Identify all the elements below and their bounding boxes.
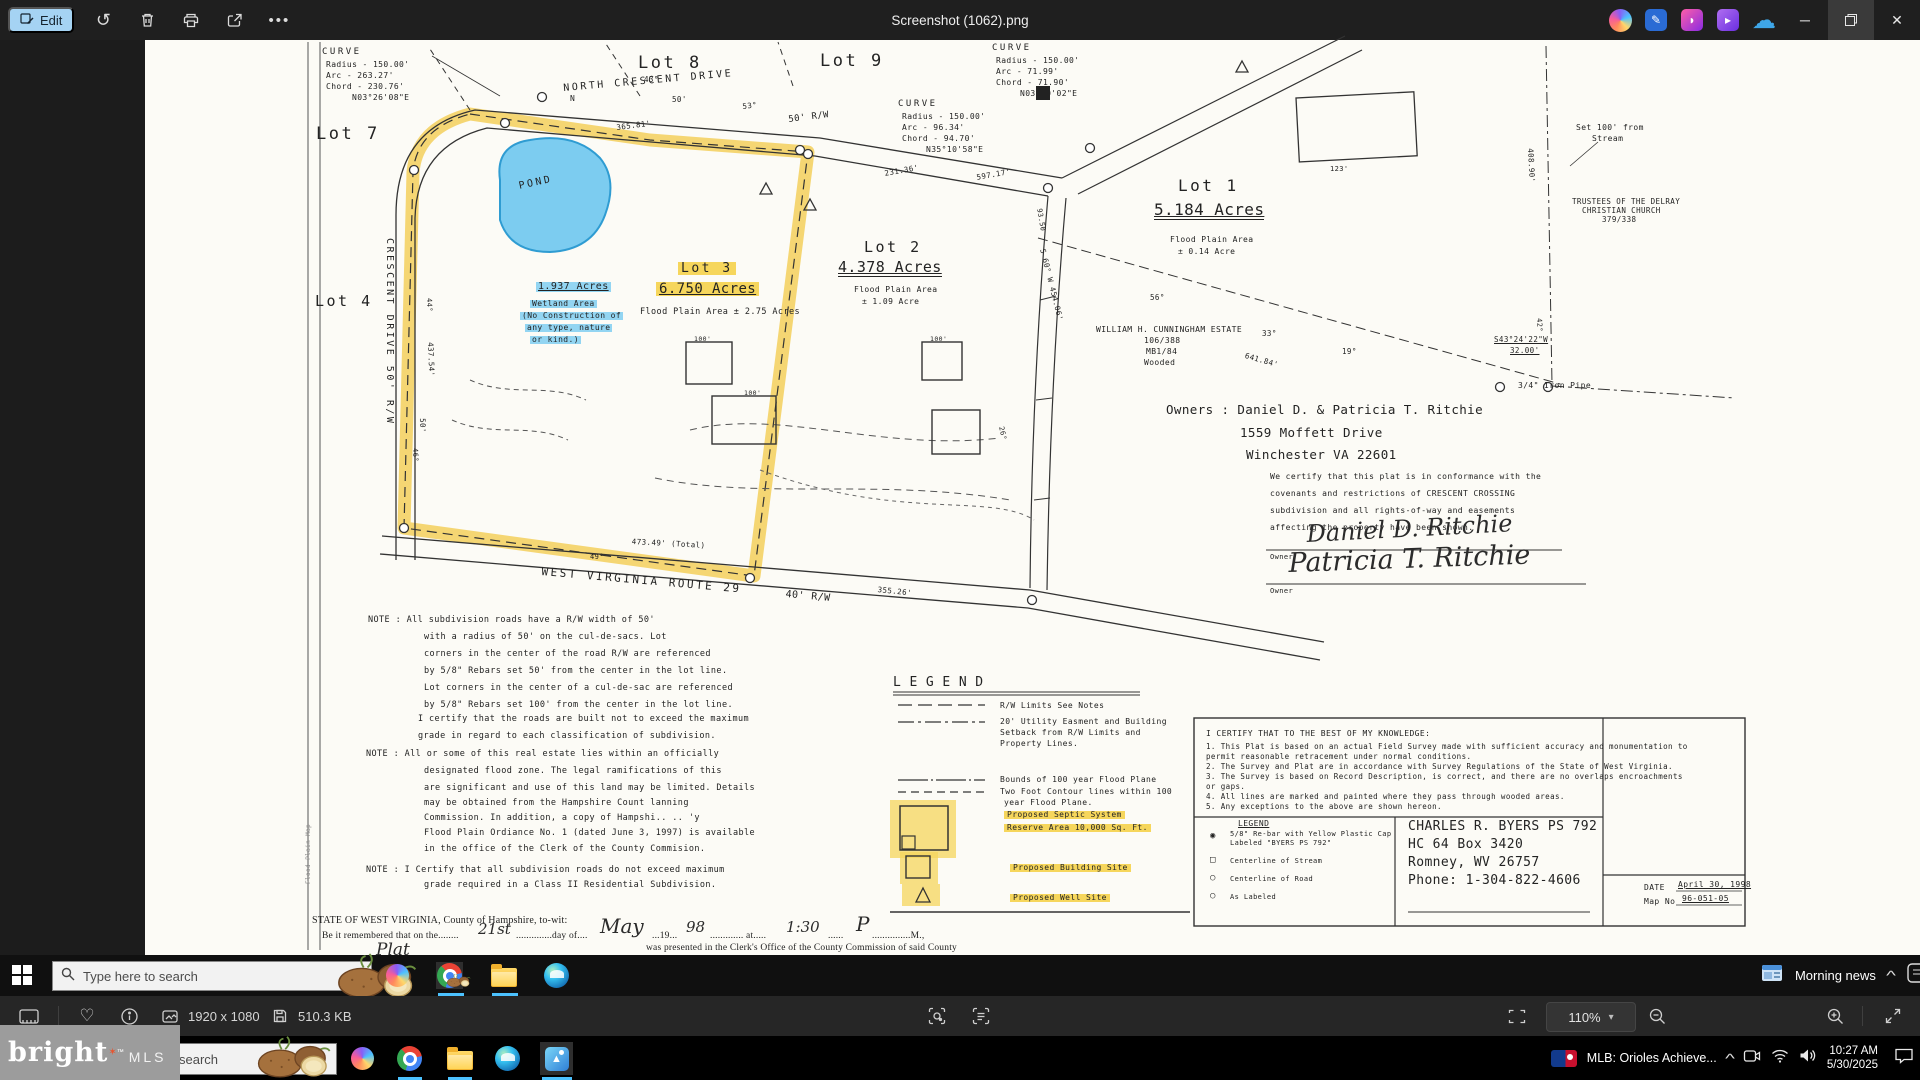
visual-search-icon[interactable] bbox=[920, 996, 954, 1036]
chevron-down-icon: ▾ bbox=[1608, 1011, 1614, 1023]
search-input[interactable]: Type here to search bbox=[52, 953, 417, 999]
plat-map-image[interactable] bbox=[145, 40, 1920, 955]
taskbar-copilot-icon[interactable] bbox=[384, 962, 411, 989]
star-icon: ✶ bbox=[108, 1046, 117, 1058]
close-button[interactable]: ✕ bbox=[1874, 0, 1920, 40]
clock-time: 10:27 AM bbox=[1829, 1044, 1878, 1057]
wifi-icon[interactable] bbox=[1771, 1049, 1789, 1068]
news-widget-icon bbox=[1761, 964, 1783, 987]
fit-to-window-icon[interactable] bbox=[1500, 996, 1534, 1036]
photos-status-bar: ♡ 1920 x 1080 510.3 KB 110% ▾ bbox=[0, 996, 1920, 1036]
more-options-icon[interactable]: ••• bbox=[264, 5, 294, 35]
image-dimensions: 1920 x 1080 bbox=[188, 1008, 260, 1024]
taskbar-chrome-icon[interactable] bbox=[436, 962, 471, 989]
text-actions-icon[interactable] bbox=[964, 996, 998, 1036]
tray-icon-partial[interactable] bbox=[1906, 962, 1920, 989]
system-search-text: search bbox=[179, 1051, 219, 1067]
taskbar-explorer-icon[interactable] bbox=[490, 962, 517, 989]
clock-date: 5/30/2025 bbox=[1826, 1059, 1878, 1071]
search-icon bbox=[61, 967, 75, 986]
edit-button[interactable]: Edit bbox=[8, 7, 75, 33]
watermark-text: bright bbox=[8, 1037, 109, 1068]
clipchamp-icon[interactable]: ▸ bbox=[1710, 0, 1746, 40]
zoom-in-icon[interactable] bbox=[1820, 996, 1850, 1036]
filesize-icon bbox=[266, 996, 294, 1036]
share-icon[interactable] bbox=[220, 5, 250, 35]
chevron-up-icon[interactable]: ^ bbox=[1886, 968, 1896, 983]
minimize-button[interactable]: ─ bbox=[1782, 0, 1828, 40]
onedrive-icon[interactable]: ☁ bbox=[1746, 0, 1782, 40]
potato-image bbox=[257, 1035, 331, 1078]
taskbar-clock[interactable]: 10:27 AM 5/30/2025 bbox=[1827, 1044, 1878, 1073]
tray-chevron-up-icon[interactable]: ^ bbox=[1725, 1051, 1735, 1066]
system-taskbar: search ▲ MLB: Orioles Achieve... ^ 10:27… bbox=[0, 1035, 1920, 1080]
copilot-icon[interactable] bbox=[1602, 0, 1638, 40]
restore-button[interactable] bbox=[1828, 0, 1874, 40]
zoom-out-icon[interactable] bbox=[1642, 996, 1672, 1036]
taskbar-copilot-icon[interactable] bbox=[349, 1045, 376, 1072]
system-search-input[interactable]: search bbox=[172, 1035, 337, 1078]
rotate-icon[interactable]: ↺ bbox=[88, 5, 118, 35]
fullscreen-icon[interactable] bbox=[1876, 996, 1910, 1036]
title-bar: Edit ↺ ••• Screenshot (1062).png ✎ ◗ ▸ ☁… bbox=[0, 0, 1920, 40]
file-size: 510.3 KB bbox=[298, 1008, 352, 1024]
news-ticker[interactable]: MLB: Orioles Achieve... bbox=[1587, 1051, 1717, 1065]
start-button[interactable] bbox=[10, 963, 34, 992]
photos-app-window: Edit ↺ ••• Screenshot (1062).png ✎ ◗ ▸ ☁… bbox=[0, 0, 1920, 1080]
search-placeholder: Type here to search bbox=[83, 968, 198, 984]
meet-now-icon[interactable] bbox=[1743, 1048, 1761, 1069]
taskbar-edge-icon[interactable] bbox=[494, 1045, 521, 1072]
notifications-icon[interactable] bbox=[1894, 1047, 1914, 1069]
edit-image-icon bbox=[20, 12, 34, 29]
taskbar-explorer-icon[interactable] bbox=[446, 1045, 473, 1072]
embedded-taskbar: Type here to search Morning news ^ bbox=[0, 953, 1920, 999]
status-divider bbox=[58, 1006, 59, 1026]
watermark-mls-text: MLS bbox=[128, 1048, 167, 1065]
creative-tool-icon[interactable]: ◗ bbox=[1674, 0, 1710, 40]
trademark-symbol: ™ bbox=[116, 1049, 124, 1056]
news-widget-label[interactable]: Morning news bbox=[1795, 968, 1876, 983]
print-icon[interactable] bbox=[176, 5, 206, 35]
bright-mls-watermark: bright ✶ ™ MLS bbox=[0, 1025, 180, 1080]
taskbar-photos-icon[interactable]: ▲ bbox=[540, 1042, 573, 1075]
volume-icon[interactable] bbox=[1799, 1048, 1817, 1068]
potato-cursor-overlay bbox=[446, 973, 471, 988]
zoom-level-value: 110% bbox=[1568, 1009, 1601, 1025]
mlb-news-icon[interactable] bbox=[1550, 1049, 1577, 1067]
edit-label: Edit bbox=[40, 12, 63, 28]
designer-edit-icon[interactable]: ✎ bbox=[1638, 0, 1674, 40]
taskbar-edge-icon[interactable] bbox=[543, 962, 570, 989]
delete-icon[interactable] bbox=[132, 5, 162, 35]
zoom-level-dropdown[interactable]: 110% ▾ bbox=[1546, 1002, 1636, 1032]
status-divider bbox=[1862, 1006, 1863, 1026]
taskbar-chrome-icon[interactable] bbox=[396, 1045, 423, 1072]
